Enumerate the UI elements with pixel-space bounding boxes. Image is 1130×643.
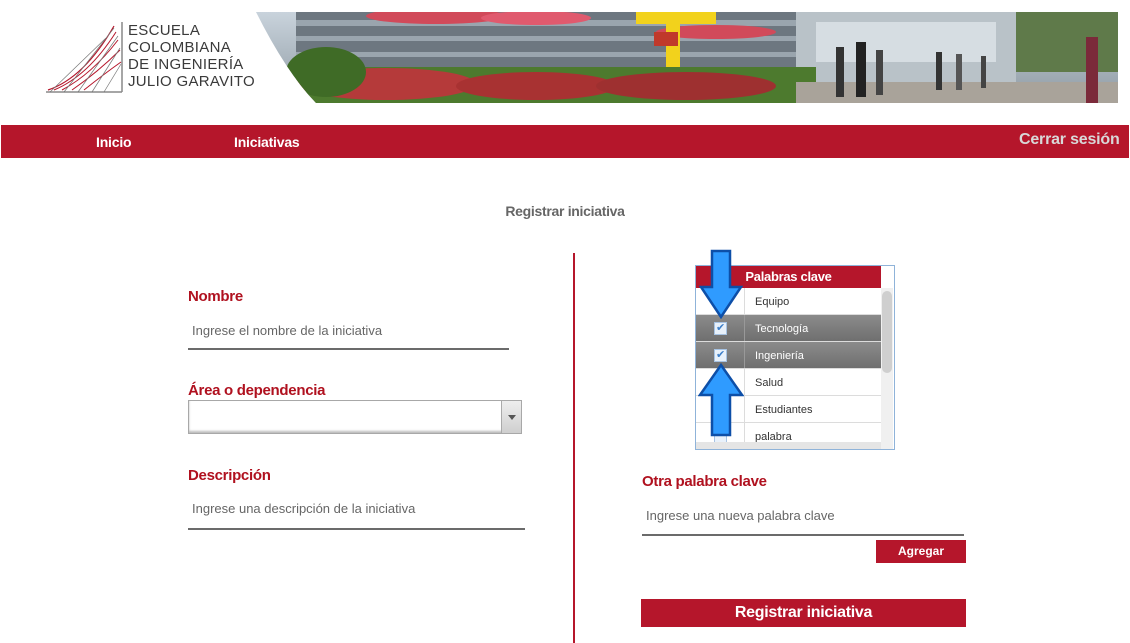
annotation-arrow-down-icon bbox=[699, 249, 743, 319]
keyword-label: Salud bbox=[755, 377, 784, 389]
keyword-label: Ingeniería bbox=[755, 350, 804, 362]
checkbox-checked[interactable] bbox=[714, 348, 727, 362]
logout-link[interactable]: Cerrar sesión bbox=[1019, 131, 1120, 149]
column-divider bbox=[573, 253, 575, 643]
area-select[interactable] bbox=[188, 400, 522, 434]
keywords-scrollbar[interactable] bbox=[881, 288, 893, 449]
otra-palabra-label: Otra palabra clave bbox=[642, 473, 767, 490]
campus-banner-image bbox=[256, 12, 1118, 103]
descripcion-label: Descripción bbox=[188, 467, 271, 484]
keyword-item-tecnologia[interactable]: Tecnología bbox=[696, 315, 881, 342]
keyword-label: Estudiantes bbox=[755, 404, 813, 416]
otra-palabra-input[interactable] bbox=[642, 496, 964, 536]
university-logo[interactable]: ESCUELA COLOMBIANA DE INGENIERÍA JULIO G… bbox=[44, 18, 264, 98]
logo-mark-icon bbox=[46, 22, 123, 93]
descripcion-input[interactable] bbox=[188, 489, 525, 530]
site-header: ESCUELA COLOMBIANA DE INGENIERÍA JULIO G… bbox=[0, 0, 1130, 118]
area-label: Área o dependencia bbox=[188, 382, 326, 399]
nombre-label: Nombre bbox=[188, 288, 243, 305]
nav-item-iniciativas[interactable]: Iniciativas bbox=[234, 134, 300, 150]
page-title: Registrar iniciativa bbox=[505, 203, 625, 219]
keywords-horizontal-scrollbar[interactable] bbox=[696, 442, 881, 449]
add-keyword-button[interactable]: Agregar bbox=[876, 540, 966, 563]
nav-item-inicio[interactable]: Inicio bbox=[96, 134, 132, 150]
nombre-input[interactable] bbox=[188, 312, 509, 350]
register-initiative-button[interactable]: Registrar iniciativa bbox=[641, 599, 966, 627]
checkbox-checked[interactable] bbox=[714, 321, 727, 335]
annotation-arrow-up-icon bbox=[698, 363, 744, 437]
main-nav: Inicio Iniciativas Cerrar sesión bbox=[1, 125, 1129, 158]
keyword-label: Equipo bbox=[755, 296, 790, 308]
scrollbar-thumb[interactable] bbox=[882, 291, 892, 373]
chevron-down-icon[interactable] bbox=[501, 401, 521, 433]
keyword-label: Tecnología bbox=[755, 323, 809, 335]
